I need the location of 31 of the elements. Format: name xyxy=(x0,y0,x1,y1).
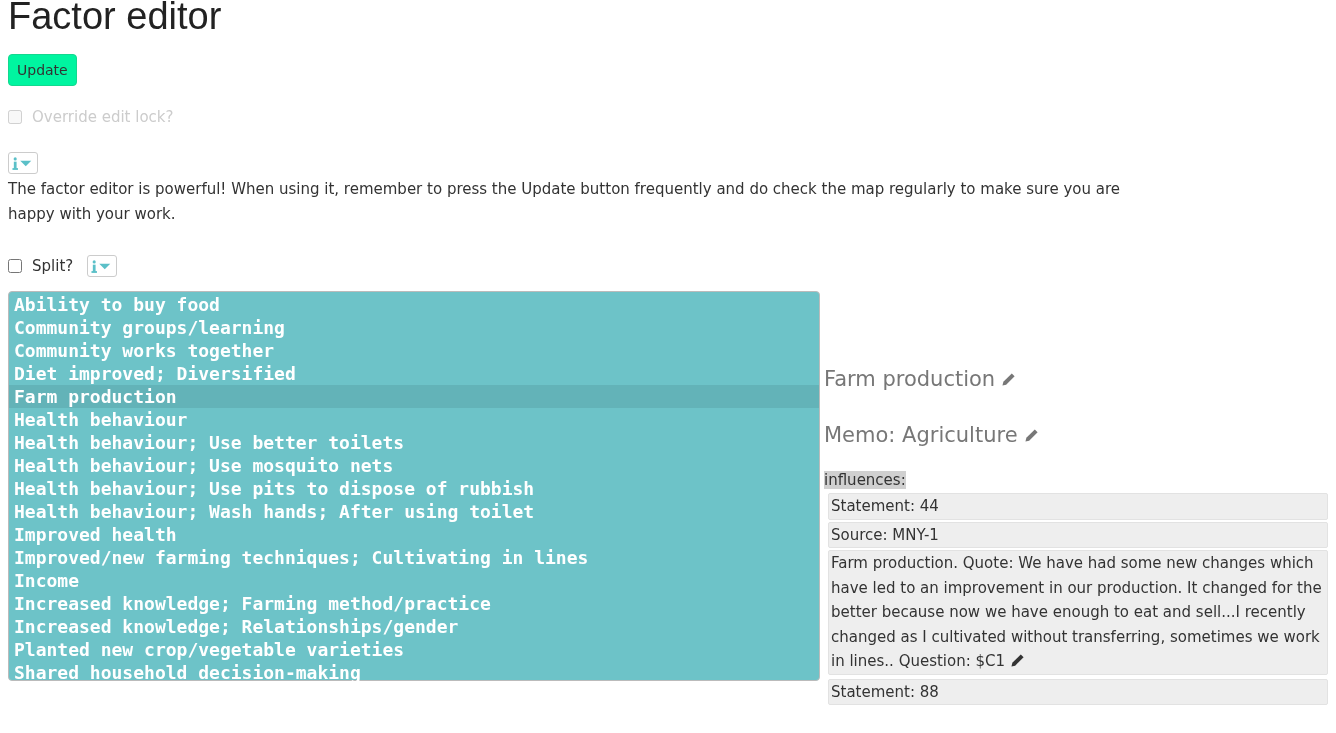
page-title: Factor editor xyxy=(8,0,223,38)
factor-line: Increased knowledge; Relationships/gender xyxy=(13,615,460,638)
factor-line: Improved/new farming techniques; Cultivating in lines xyxy=(13,546,590,569)
info-text: The factor editor is powerful! When using it, remember to press the Update button frequently and do check the map regularly to make sure you are happy with your work. xyxy=(8,179,1121,225)
factor-editor[interactable] xyxy=(8,291,820,681)
factor-line: Community groups/learning xyxy=(13,316,286,339)
factor-line: Planted new crop/vegetable varieties xyxy=(13,638,406,661)
source-text: Source: MNY-1 xyxy=(828,521,1328,548)
factor-line: Health behaviour; Use mosquito nets xyxy=(13,454,395,477)
factor-line: Ability to buy food xyxy=(13,293,221,316)
statement-text: Statement: 88 xyxy=(828,678,1328,705)
factor-line: Community works together xyxy=(13,339,276,362)
factor-name: Farm production xyxy=(824,367,996,391)
factor-line: Health behaviour xyxy=(13,408,189,431)
factor-line: Health behaviour; Use pits to dispose of rubbish xyxy=(13,477,536,500)
factor-line: Increased knowledge; Farming method/practice xyxy=(13,592,492,615)
factor-line: Diet improved; Diversified xyxy=(13,362,297,385)
influences-label: influences: xyxy=(824,471,906,489)
factor-line: Health behaviour; Use better toilets xyxy=(13,431,406,454)
info-caret-icon xyxy=(12,156,34,170)
update-button[interactable]: Update xyxy=(8,54,77,86)
factor-line: Income xyxy=(13,569,81,592)
pencil-icon[interactable] xyxy=(1009,653,1025,668)
factor-line: Shared household decision-making xyxy=(13,661,362,684)
quote-text: Farm production. Quote: We have had some new changes which have led to an improvement in our production. It changed for the better because now we have enough to eat and sell...I recently changed as I cultivated without transferring, sometimes we work in lines.. Question: $C1 xyxy=(828,550,1328,675)
statement-text: Statement: 44 xyxy=(828,493,1328,520)
factor-line: Improved health xyxy=(13,523,178,546)
memo-text: Memo: Agriculture xyxy=(824,423,1018,447)
split-label: Split? xyxy=(32,257,74,275)
factor-line: Health behaviour; Wash hands; After using toilet xyxy=(13,500,536,523)
split-checkbox[interactable] xyxy=(8,259,22,273)
